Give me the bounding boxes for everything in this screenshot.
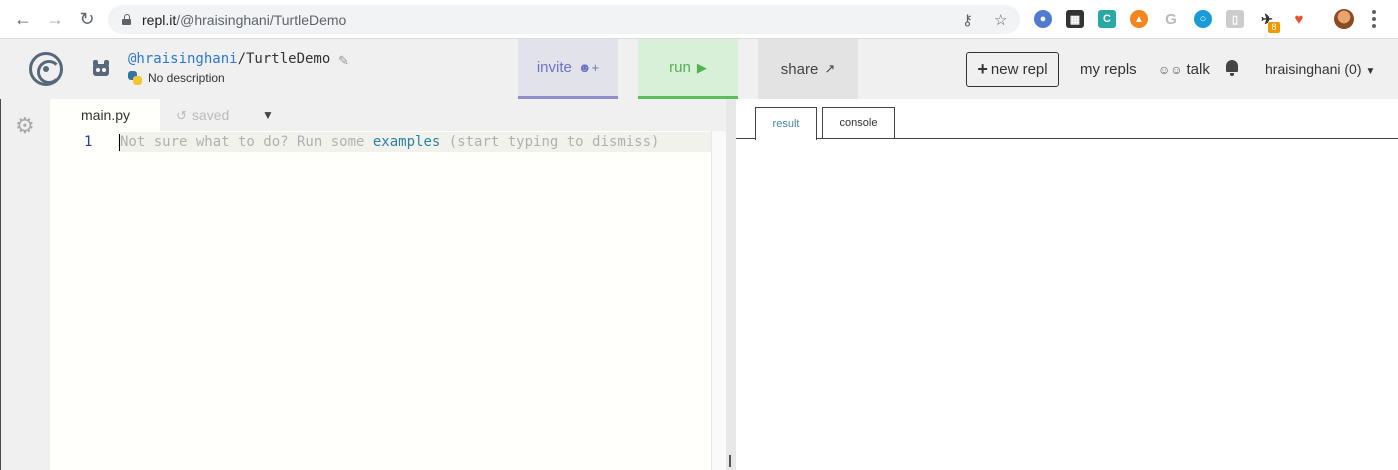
address-bar[interactable]: repl.it/@hraisinghani/TurtleDemo ⚷ ☆ [108,5,1020,34]
play-icon: ▶ [696,59,707,75]
share-label: share [780,60,819,78]
people-icon: ☺☺ [1158,63,1183,77]
editor-scrollbar[interactable] [711,131,726,470]
caret-down-icon: ▼ [1365,66,1376,77]
resize-handle[interactable] [729,455,731,467]
repl-title[interactable]: @hraisinghani/TurtleDemo [128,51,330,67]
window-edge [0,99,1,470]
examples-link[interactable]: examples [373,134,440,150]
output-tab-bar: result console [736,99,1398,140]
run-button[interactable]: run ▶ [638,39,738,99]
new-repl-label: new repl [990,61,1048,78]
repl-owner[interactable]: @hraisinghani [128,51,238,67]
add-user-icon: ☻+ [577,60,600,75]
pencil-icon[interactable]: ✎ [338,53,349,69]
profile-avatar[interactable] [1334,9,1354,29]
sidebar: ⚙ [0,99,50,470]
caret-down-icon[interactable]: ▼ [262,108,274,122]
key-icon[interactable]: ⚷ [962,11,973,29]
editor-tab-bar: main.py ↺ saved ▼ [50,99,726,131]
google-icon[interactable]: G [1162,10,1180,28]
text-cursor [119,134,120,151]
new-repl-button[interactable]: + new repl [966,52,1059,87]
pane-divider[interactable] [726,99,736,470]
forward-icon[interactable]: → [44,8,66,30]
replit-logo-icon[interactable] [29,52,63,86]
extension-1-icon[interactable]: ● [1034,10,1052,28]
save-status-label: saved [191,107,230,123]
star-icon[interactable]: ☆ [994,11,1007,29]
history-icon: ↺ [176,108,187,123]
share-button[interactable]: share ↗ [758,39,858,99]
menu-icon[interactable] [1372,10,1376,28]
save-status: ↺ saved [176,107,229,124]
heart-icon[interactable]: ♥ [1290,10,1308,28]
tab-console[interactable]: console [822,107,895,138]
extension-3-icon[interactable]: C [1098,10,1116,28]
hint-text: Not sure what to do? Run some [120,134,373,150]
url-text[interactable]: repl.it/@hraisinghani/TurtleDemo [142,12,346,28]
browser-toolbar: ← → ↻ repl.it/@hraisinghani/TurtleDemo ⚷… [0,0,1398,39]
invite-label: invite [536,59,572,76]
extension-6-icon[interactable]: ○ [1194,10,1212,28]
plus-icon: + [977,59,988,79]
talk-link[interactable]: ☺☺ talk [1158,61,1210,78]
run-label: run [669,59,691,76]
bell-icon[interactable] [1225,60,1239,76]
editor-hint: Not sure what to do? Run some examples (… [120,134,659,150]
reload-icon[interactable]: ↻ [76,8,98,30]
output-pane: result console [736,99,1398,470]
repl-description[interactable]: No description [148,71,225,85]
repl-name: /TurtleDemo [237,51,331,67]
extension-7-icon[interactable]: ▯ [1226,10,1244,28]
account-label: hraisinghani (0) [1265,61,1362,77]
extension-2-icon[interactable]: ▦ [1066,10,1084,28]
tab-result[interactable]: result [755,107,817,140]
python-icon [128,71,142,85]
file-tab-main[interactable]: main.py [50,99,160,131]
extension-badge: 8 [1268,22,1280,33]
code-editor[interactable]: main.py ↺ saved ▼ 1 Not sure what to do? … [50,99,726,470]
back-icon[interactable]: ← [12,8,34,30]
metamask-icon[interactable]: ▲ [1130,10,1148,28]
account-menu[interactable]: hraisinghani (0) ▼ [1265,61,1375,77]
url-path: /@hraisinghani/TurtleDemo [176,12,347,28]
hint-suffix: (start typing to dismiss) [440,134,660,150]
line-number: 1 [84,134,93,150]
user-avatar-icon[interactable] [90,58,112,78]
gear-icon[interactable]: ⚙ [15,113,35,139]
talk-label: talk [1186,61,1210,78]
my-repls-link[interactable]: my repls [1080,61,1137,78]
app-header: @hraisinghani/TurtleDemo ✎ No descriptio… [0,39,1398,99]
lock-icon [122,14,131,25]
invite-button[interactable]: invite ☻+ [518,39,618,99]
url-host: repl.it [142,12,177,28]
share-icon: ↗ [824,61,836,76]
